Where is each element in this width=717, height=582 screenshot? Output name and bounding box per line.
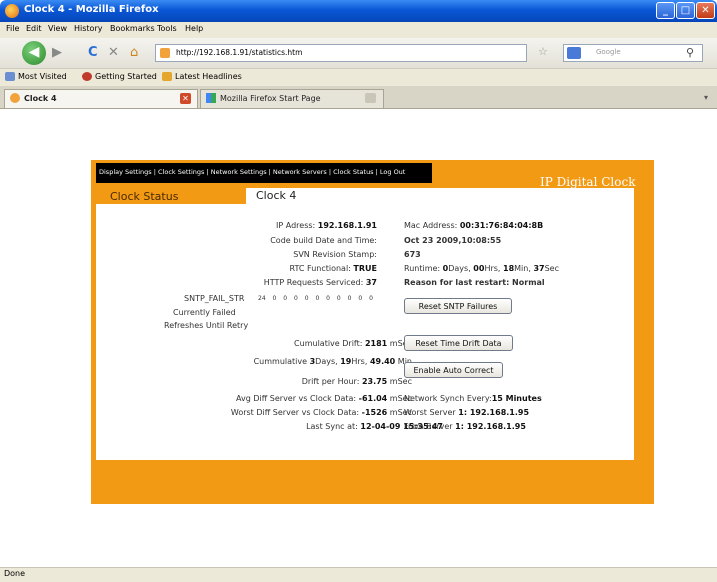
site-favicon-icon xyxy=(160,48,170,58)
from-server-row: From Server 1: 192.168.1.95 xyxy=(404,422,526,431)
menu-view[interactable]: View xyxy=(48,24,67,33)
back-button[interactable]: ◀ xyxy=(22,41,46,65)
window-title: Clock 4 - Mozilla Firefox xyxy=(24,4,159,15)
reload-button[interactable]: C xyxy=(88,45,98,60)
svn-label: SVN Revision Stamp: xyxy=(293,250,377,259)
firefox-icon xyxy=(5,4,19,18)
tab-favicon-icon xyxy=(10,93,20,103)
search-input[interactable] xyxy=(563,44,703,62)
tab-label: Mozilla Firefox Start Page xyxy=(220,94,321,103)
search-placeholder: Google xyxy=(596,48,621,56)
tab-clock-4-label[interactable]: Clock 4 xyxy=(256,189,296,202)
close-button[interactable]: ✕ xyxy=(696,2,715,19)
google-icon[interactable] xyxy=(567,47,581,59)
bookmark-most-visited[interactable]: Most Visited xyxy=(18,72,67,81)
menu-edit[interactable]: Edit xyxy=(26,24,42,33)
bookmark-star-icon[interactable]: ☆ xyxy=(538,45,548,58)
http-requests-value: 37 xyxy=(365,278,377,287)
search-icon[interactable]: ⚲ xyxy=(686,46,694,59)
tab-clock-status[interactable]: Clock Status xyxy=(110,190,178,203)
avg-diff-row: Avg Diff Server vs Clock Data: -61.04 mS… xyxy=(235,394,412,403)
rtc-row: RTC Functional: TRUE xyxy=(289,264,378,273)
build-date-label: Code build Date and Time: xyxy=(270,236,377,245)
svn-value: 673 xyxy=(404,250,421,259)
home-button[interactable]: ⌂ xyxy=(130,45,138,60)
cumulative-time-row: Cummulative 3Days, 19Hrs, 49.40 Min xyxy=(253,357,412,366)
rss-feed-icon xyxy=(162,72,172,81)
brand-title: IP Digital Clock xyxy=(540,175,636,189)
ip-address-row: IP Adress: 192.168.1.91 xyxy=(276,221,377,230)
refreshes-label: Refreshes Until Retry xyxy=(164,321,249,330)
drift-per-hour-row: Drift per Hour: 23.75 mSec xyxy=(301,377,412,386)
ip-address-value: 192.168.1.91 xyxy=(317,221,377,230)
cumulative-drift-row: Cumulative Drift: 2181 mSec xyxy=(294,339,412,348)
menu-tools[interactable]: Tools xyxy=(157,24,177,33)
tab-label: Clock 4 xyxy=(24,94,57,103)
sntp-fail-label: SNTP_FAIL_STR xyxy=(184,294,245,303)
close-tab-icon[interactable] xyxy=(365,93,376,103)
getting-started-icon xyxy=(82,72,92,81)
bookmark-latest-headlines[interactable]: Latest Headlines xyxy=(175,72,242,81)
menu-help[interactable]: Help xyxy=(185,24,203,33)
status-text: Done xyxy=(4,569,26,578)
tab-list-icon[interactable]: ▾ xyxy=(704,93,708,102)
forward-button[interactable]: ▶ xyxy=(52,45,62,60)
menu-bookmarks[interactable]: Bookmarks xyxy=(110,24,155,33)
build-date-value: Oct 23 2009,10:08:55 xyxy=(404,236,502,245)
minimize-button[interactable]: _ xyxy=(656,2,675,19)
mac-address-row: Mac Address: 00:31:76:84:04:8B xyxy=(404,221,544,230)
menu-history[interactable]: History xyxy=(74,24,102,33)
restart-reason: Reason for last restart: Normal xyxy=(404,278,545,287)
reset-sntp-failures-button[interactable]: Reset SNTP Failures xyxy=(404,298,512,314)
stop-button[interactable]: ✕ xyxy=(108,45,119,60)
reset-time-drift-button[interactable]: Reset Time Drift Data xyxy=(404,335,513,351)
bookmark-getting-started[interactable]: Getting Started xyxy=(95,72,157,81)
menu-bar xyxy=(0,22,717,38)
mac-address-value: 00:31:76:84:04:8B xyxy=(459,221,544,230)
maximize-button[interactable]: □ xyxy=(676,2,695,19)
url-text[interactable]: http://192.168.1.91/statistics.htm xyxy=(176,48,302,57)
menu-file[interactable]: File xyxy=(6,24,19,33)
most-visited-icon xyxy=(5,72,15,81)
runtime-row: Runtime: 0Days, 00Hrs, 18Min, 37Sec xyxy=(404,264,559,273)
close-tab-icon[interactable]: ✕ xyxy=(180,93,191,104)
rtc-value: TRUE xyxy=(353,264,377,273)
network-synch-row: Network Synch Every:15 Minutes xyxy=(404,394,542,403)
tab-favicon-icon xyxy=(206,93,216,103)
worst-server-row: Worst Server 1: 192.168.1.95 xyxy=(404,408,530,417)
clock-nav-links[interactable]: Display Settings | Clock Settings | Netw… xyxy=(99,168,405,176)
currently-failed-label: Currently Failed xyxy=(173,308,236,317)
tab-clock-4-header xyxy=(246,188,634,205)
sntp-fail-values: 24 0 0 0 0 0 0 0 0 0 0 xyxy=(258,295,373,302)
http-requests-row: HTTP Requests Serviced: 37 xyxy=(263,278,377,287)
worst-diff-row: Worst Diff Server vs Clock Data: -1526 m… xyxy=(230,408,412,417)
enable-auto-correct-button[interactable]: Enable Auto Correct xyxy=(404,362,503,378)
status-bar xyxy=(0,567,717,582)
